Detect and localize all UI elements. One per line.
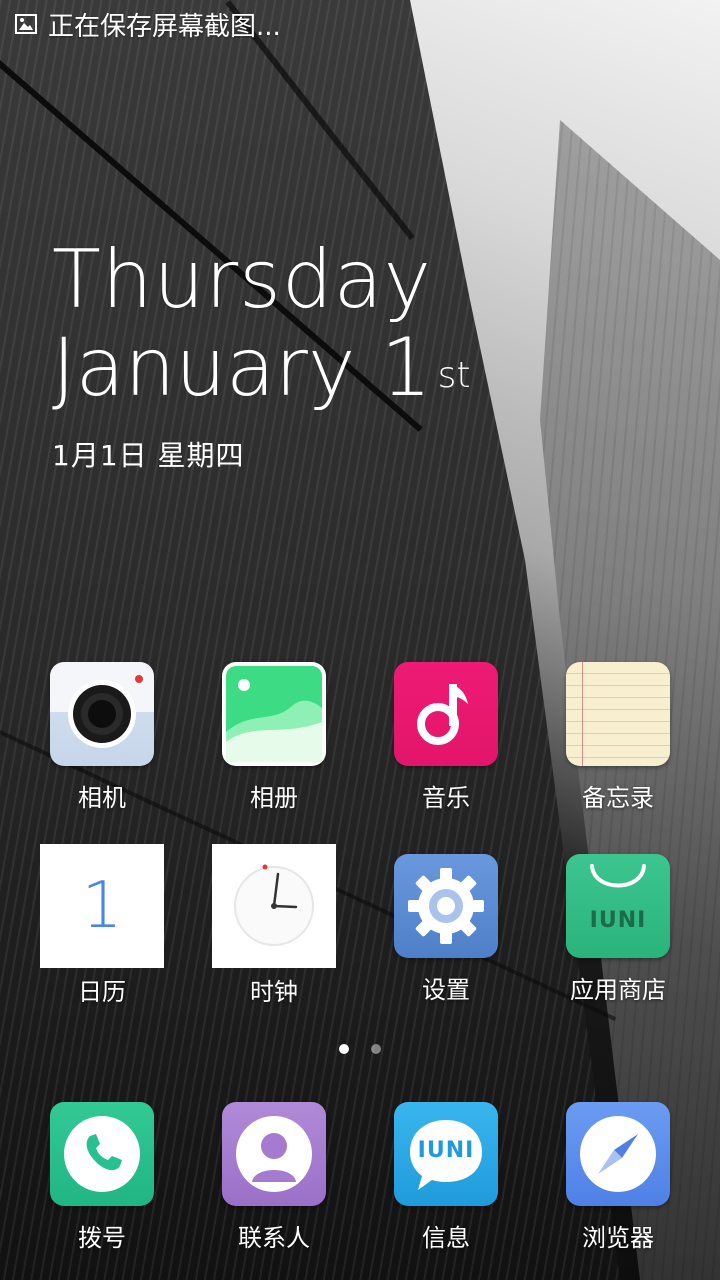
- date-widget[interactable]: Thursday January 1st 1月1日 星期四: [52, 236, 470, 474]
- app-label: 日历: [78, 978, 126, 1006]
- gallery-icon: [222, 662, 326, 766]
- app-label: 信息: [422, 1224, 470, 1252]
- app-label: 拨号: [78, 1224, 126, 1252]
- page-dot-active[interactable]: [339, 1044, 349, 1054]
- app-label: 时钟: [250, 978, 298, 1006]
- app-label: 相机: [78, 784, 126, 812]
- iuni-brand-text: IUNI: [589, 908, 647, 933]
- app-music[interactable]: 音乐: [360, 662, 532, 813]
- dock-contacts[interactable]: 联系人: [188, 1102, 360, 1253]
- app-label: 备忘录: [582, 784, 654, 812]
- ordinal-suffix: st: [437, 355, 471, 396]
- app-label: 设置: [422, 976, 470, 1004]
- clock-icon: [212, 844, 336, 968]
- page-dot[interactable]: [371, 1044, 381, 1054]
- music-note-icon: [394, 662, 498, 766]
- month-day-text: January 1: [52, 321, 432, 414]
- app-notes[interactable]: 备忘录: [532, 662, 704, 813]
- app-label: 浏览器: [582, 1224, 654, 1252]
- page-indicator: [0, 1044, 720, 1054]
- app-store[interactable]: IUNI 应用商店: [532, 854, 704, 1005]
- app-label: 联系人: [238, 1224, 310, 1252]
- weekday-text: Thursday: [52, 233, 432, 326]
- contact-icon: [222, 1102, 326, 1206]
- message-bubble-icon: IUNI: [394, 1102, 498, 1206]
- app-label: 音乐: [422, 784, 470, 812]
- gear-icon: [394, 854, 498, 958]
- camera-icon: [50, 662, 154, 766]
- app-label: 应用商店: [570, 976, 666, 1004]
- iuni-brand-text: IUNI: [417, 1138, 475, 1163]
- app-camera[interactable]: 相机: [16, 662, 188, 813]
- calendar-icon: 1: [40, 844, 164, 968]
- app-calendar[interactable]: 1 日历: [16, 844, 188, 1007]
- wallpaper: [0, 0, 720, 1280]
- month-day-line: January 1st: [52, 324, 470, 412]
- compass-icon: [566, 1102, 670, 1206]
- chinese-date-text: 1月1日 星期四: [52, 439, 245, 472]
- phone-icon: [50, 1102, 154, 1206]
- notepad-icon: [566, 662, 670, 766]
- dock-dialer[interactable]: 拨号: [16, 1102, 188, 1253]
- app-clock[interactable]: 时钟: [188, 844, 360, 1007]
- calendar-day-number: 1: [81, 869, 123, 943]
- dock-messages[interactable]: IUNI 信息: [360, 1102, 532, 1253]
- status-notification-text: 正在保存屏幕截图...: [48, 11, 281, 42]
- image-icon: [14, 12, 38, 36]
- app-settings[interactable]: 设置: [360, 854, 532, 1005]
- app-label: 相册: [250, 784, 298, 812]
- app-gallery[interactable]: 相册: [188, 662, 360, 813]
- status-bar: 正在保存屏幕截图...: [0, 0, 720, 48]
- shopping-bag-icon: IUNI: [566, 854, 670, 958]
- dock-browser[interactable]: 浏览器: [532, 1102, 704, 1253]
